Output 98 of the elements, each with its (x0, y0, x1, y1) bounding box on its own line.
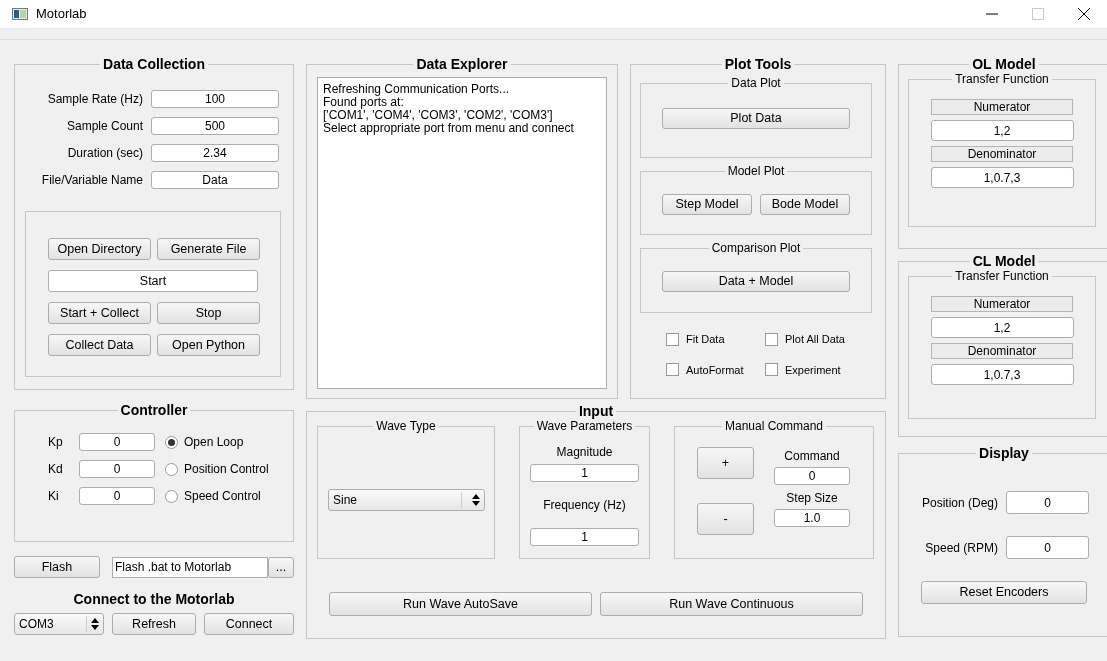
field-label: Command (784, 448, 840, 465)
action-button[interactable]: Start + Collect (48, 302, 151, 324)
readout-field[interactable]: 0 (1006, 491, 1089, 514)
group-title: Data Explorer (415, 56, 509, 72)
text-field[interactable]: 2.34 (151, 144, 279, 162)
field-label: Duration (sec) (66, 145, 143, 162)
gain-field[interactable]: 0 (79, 460, 155, 478)
gain-field[interactable]: 0 (79, 487, 155, 505)
numerator-field[interactable]: 1,2 (930, 317, 1074, 338)
action-button[interactable]: Collect Data (48, 334, 151, 356)
group-title: OL Model (971, 56, 1037, 72)
field-label: Frequency (Hz) (543, 497, 626, 514)
port-dropdown[interactable]: COM3 (14, 613, 104, 635)
radio-button[interactable] (165, 435, 178, 449)
action-button[interactable]: Open Directory (48, 238, 151, 260)
close-icon (1078, 8, 1090, 20)
action-button[interactable]: Start (48, 270, 258, 292)
browse-button[interactable]: ... (268, 556, 294, 578)
log-line: Found ports at: (323, 96, 405, 109)
field-label: Magnitude (556, 444, 613, 461)
plot-button[interactable]: Step Model (662, 194, 752, 215)
text-field[interactable]: 1 (530, 464, 639, 482)
group-title: CL Model (971, 253, 1037, 269)
field-label: Position (Deg) (921, 494, 998, 512)
radio-label: Position Control (184, 461, 269, 478)
field-label: File/Variable Name (40, 172, 143, 189)
radio-label: Open Loop (184, 434, 244, 451)
checkbox[interactable] (765, 363, 778, 377)
field-label: Speed (RPM) (925, 539, 998, 557)
text-field[interactable]: Data (151, 171, 279, 189)
text-field[interactable]: 0 (774, 467, 850, 485)
plot-button[interactable]: Bode Model (760, 194, 850, 215)
spinner-arrows-icon (472, 494, 480, 506)
gain-field[interactable]: 0 (79, 433, 155, 451)
denominator-field[interactable]: 1,0.7,3 (930, 167, 1074, 188)
group-title: Comparison Plot (710, 241, 802, 255)
checkbox-label: Experiment (785, 362, 841, 378)
log-line: ['COM1', 'COM4', 'COM3', 'COM2', 'COM3'] (323, 109, 554, 122)
plot-button[interactable]: Plot Data (662, 108, 850, 129)
run-button[interactable]: Run Wave AutoSave (329, 592, 592, 616)
plot-button[interactable]: Data + Model (662, 271, 850, 292)
value-label: Denominator (931, 146, 1073, 162)
text-field[interactable]: 500 (151, 117, 279, 135)
group-title: Display (978, 445, 1030, 461)
app-icon (12, 8, 28, 20)
numerator-field[interactable]: 1,2 (930, 120, 1074, 141)
radio-button[interactable] (165, 489, 178, 503)
radio-label: Speed Control (184, 488, 261, 505)
denominator-field[interactable]: 1,0.7,3 (930, 364, 1074, 385)
radio-button[interactable] (165, 462, 178, 476)
action-button[interactable]: Generate File (157, 238, 260, 260)
field-label: Sample Count (65, 118, 143, 135)
gain-label: Kd (47, 461, 64, 478)
gain-label: Ki (47, 488, 60, 505)
text-field[interactable]: 1 (530, 528, 639, 546)
step-button[interactable]: + (697, 447, 754, 479)
text-field[interactable]: 1.0 (774, 509, 850, 527)
text-field[interactable]: 100 (151, 90, 279, 108)
spinner-arrows-icon (91, 618, 99, 630)
wave-type-dropdown[interactable]: Sine (328, 489, 485, 511)
checkbox[interactable] (666, 332, 679, 346)
action-button[interactable]: Stop (157, 302, 260, 324)
checkbox-label: Plot All Data (785, 332, 845, 347)
group-title: Data Plot (730, 76, 782, 90)
run-button[interactable]: Run Wave Continuous (600, 592, 863, 616)
group-title: Wave Type (375, 419, 437, 433)
checkbox-label: Fit Data (686, 332, 725, 347)
window-title: Motorlab (36, 5, 87, 24)
step-button[interactable]: - (697, 503, 754, 535)
maximize-icon (1032, 8, 1044, 20)
checkbox[interactable] (765, 332, 778, 346)
group-title: Model Plot (726, 164, 786, 178)
connect-button[interactable]: Connect (204, 613, 294, 635)
checkbox-label: AutoFormat (686, 362, 744, 378)
flash-button[interactable]: Flash (14, 556, 100, 578)
group-title: Data Collection (102, 56, 206, 72)
gain-label: Kp (47, 434, 64, 451)
value-label: Numerator (931, 99, 1073, 115)
log-line: Select appropriate port from menu and connect (323, 122, 575, 135)
group-title: Plot Tools (723, 56, 793, 72)
section-title: Connect to the Motorlab (72, 591, 236, 607)
group-title: Input (577, 403, 615, 419)
log-line: Refreshing Communication Ports... (323, 83, 511, 96)
value-label: Numerator (931, 296, 1073, 312)
group-title: Controller (119, 402, 189, 418)
readout-field[interactable]: 0 (1006, 536, 1089, 559)
action-button[interactable]: Open Python (157, 334, 260, 356)
path-field[interactable]: Flash .bat to Motorlab (112, 556, 268, 578)
group-title: Transfer Function (954, 72, 1050, 86)
checkbox[interactable] (666, 363, 679, 377)
connect-button[interactable]: Refresh (112, 613, 196, 635)
group-title: Transfer Function (954, 269, 1050, 283)
field-label: Step Size (786, 490, 838, 507)
group-title: Wave Parameters (535, 419, 634, 433)
field-label: Sample Rate (Hz) (46, 91, 143, 108)
group-title: Manual Command (723, 419, 824, 433)
value-label: Denominator (931, 343, 1073, 359)
reset-button[interactable]: Reset Encoders (921, 581, 1087, 604)
